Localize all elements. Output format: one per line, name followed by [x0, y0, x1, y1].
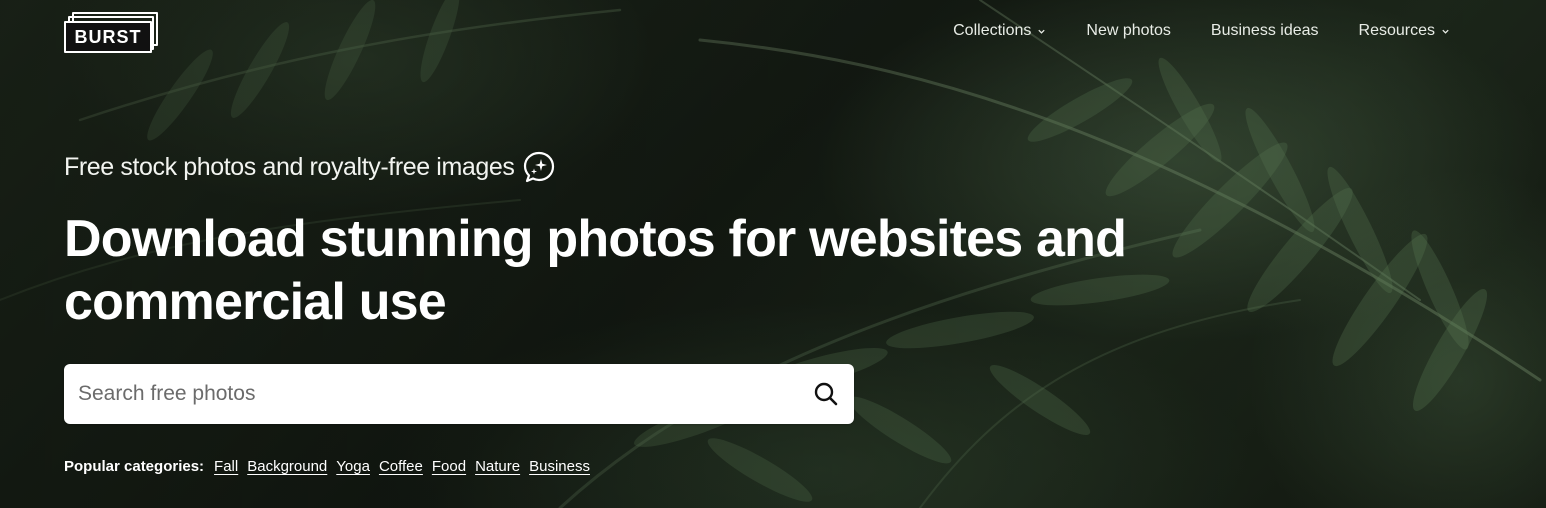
category-link-fall[interactable]: Fall	[214, 458, 238, 475]
popular-categories: Popular categories: Fall Background Yoga…	[64, 458, 590, 475]
nav-item-resources[interactable]: Resources	[1359, 22, 1450, 40]
category-link-nature[interactable]: Nature	[475, 458, 520, 475]
logo-text: BURST	[74, 26, 142, 47]
category-link-background[interactable]: Background	[247, 458, 327, 475]
chevron-down-icon	[1038, 29, 1046, 34]
search-icon	[814, 382, 838, 406]
nav-item-label: New photos	[1086, 22, 1171, 39]
nav-item-label: Collections	[953, 22, 1032, 39]
search-bar	[64, 364, 854, 424]
hero-tagline: Free stock photos and royalty-free image…	[64, 150, 556, 184]
nav-item-label: Resources	[1358, 22, 1435, 39]
main-nav: Collections New photos Business ideas Re…	[953, 22, 1450, 40]
hero-headline: Download stunning photos for websites an…	[64, 210, 1127, 331]
category-link-coffee[interactable]: Coffee	[379, 458, 423, 475]
nav-item-new-photos[interactable]: New photos	[1086, 22, 1171, 40]
tagline-text: Free stock photos and royalty-free image…	[64, 152, 515, 181]
chevron-down-icon	[1442, 29, 1449, 34]
nav-item-collections[interactable]: Collections	[953, 22, 1046, 40]
search-button[interactable]	[798, 364, 854, 424]
category-link-food[interactable]: Food	[432, 458, 466, 475]
sparkle-chat-icon	[524, 151, 555, 183]
burst-logo[interactable]: BURST	[64, 12, 160, 56]
nav-item-label: Business ideas	[1210, 22, 1319, 39]
category-link-yoga[interactable]: Yoga	[336, 458, 370, 475]
nav-item-business-ideas[interactable]: Business ideas	[1211, 22, 1319, 40]
search-input[interactable]	[64, 364, 798, 424]
category-link-business[interactable]: Business	[529, 458, 590, 475]
popular-categories-label: Popular categories:	[64, 458, 205, 475]
